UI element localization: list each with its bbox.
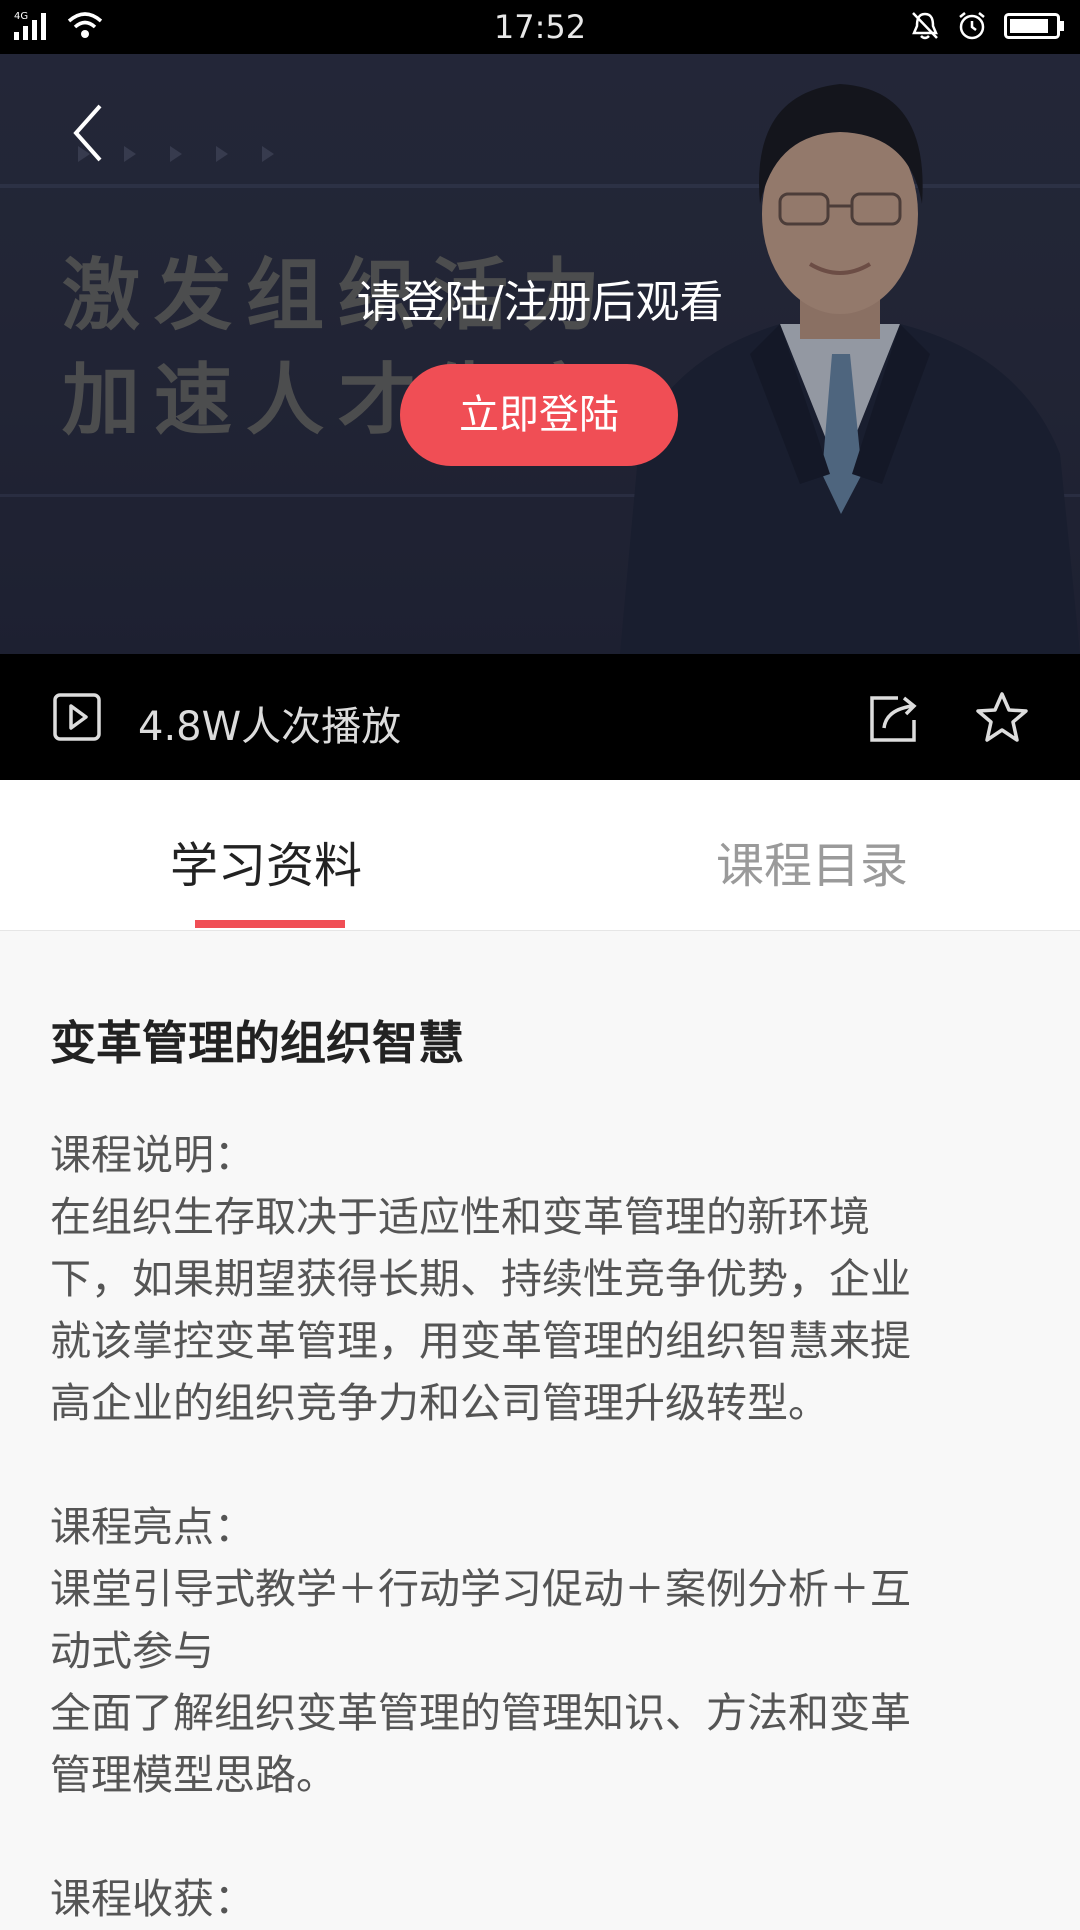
battery-icon: [1004, 11, 1066, 45]
login-prompt: 请登陆/注册后观看: [356, 277, 724, 328]
highlights-line: 管理模型思路。: [50, 1751, 337, 1799]
back-arrow-icon: [73, 104, 102, 162]
favorite-button[interactable]: [974, 690, 1030, 746]
share-icon: [870, 696, 917, 742]
back-button[interactable]: [64, 98, 112, 168]
gains-heading: 课程收获：: [50, 1875, 255, 1923]
description-line: 高企业的组织竞争力和公司管理升级转型。: [50, 1379, 829, 1427]
course-title: 变革管理的组织智慧: [50, 1016, 464, 1070]
highlights-line: 全面了解组织变革管理的管理知识、方法和变革: [50, 1689, 911, 1737]
tab-course-catalog[interactable]: 课程目录: [716, 826, 908, 896]
course-info: 变革管理的组织智慧 课程说明： 在组织生存取决于适应性和变革管理的新环境 下，如…: [50, 1012, 1010, 1930]
description-line: 就该掌控变革管理，用变革管理的组织智慧来提: [50, 1317, 911, 1365]
description-line: 下，如果期望获得长期、持续性竞争优势，企业: [50, 1255, 911, 1303]
course-description: 课程说明： 在组织生存取决于适应性和变革管理的新环境 下，如果期望获得长期、持续…: [50, 1124, 1010, 1930]
highlights-line: 课堂引导式教学＋行动学习促动＋案例分析＋互: [50, 1565, 911, 1613]
share-button[interactable]: [868, 692, 920, 744]
mute-bell-icon: [910, 10, 940, 46]
video-player[interactable]: 激发组织活力 加速人才生产 请登陆/注册后观看 立即登陆: [0, 54, 1080, 654]
login-button[interactable]: 立即登陆: [400, 364, 678, 466]
content-tabs: 学习资料 课程目录: [0, 780, 1080, 931]
play-count: 4.8W人次播放: [138, 704, 402, 750]
highlights-line: 动式参与: [50, 1627, 214, 1675]
highlights-heading: 课程亮点：: [50, 1503, 255, 1551]
description-line: 在组织生存取决于适应性和变革管理的新环境: [50, 1193, 870, 1241]
status-right: [910, 10, 1066, 46]
star-icon: [976, 692, 1028, 742]
play-square-icon: [53, 693, 101, 741]
video-overlay: [0, 54, 1080, 654]
tab-study-materials[interactable]: 学习资料: [170, 826, 362, 896]
active-tab-indicator: [195, 920, 345, 928]
alarm-icon: [956, 10, 988, 46]
status-bar: 4G 17:52: [0, 0, 1080, 54]
video-info-bar: 4.8W人次播放: [0, 654, 1080, 780]
description-heading: 课程说明：: [50, 1131, 255, 1179]
